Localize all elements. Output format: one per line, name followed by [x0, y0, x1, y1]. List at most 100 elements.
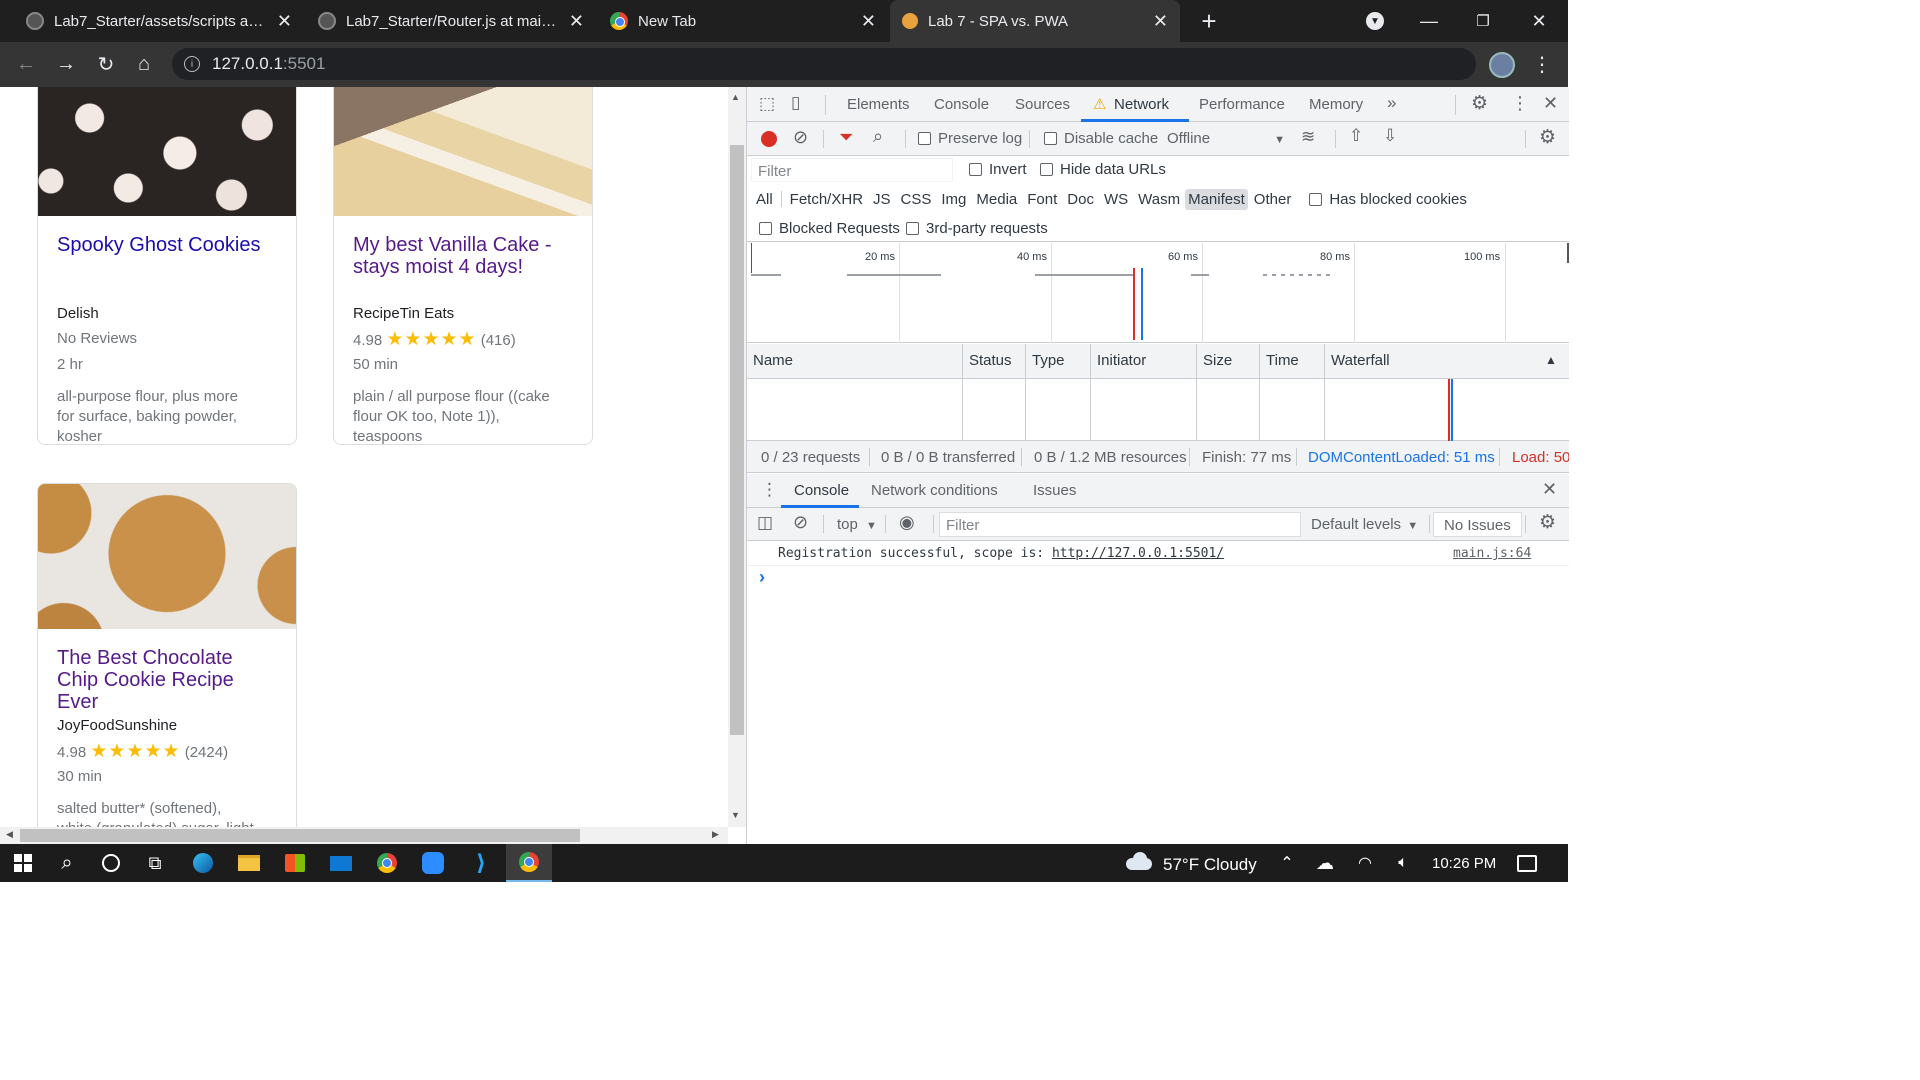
weather-cloud-icon[interactable] — [1124, 850, 1154, 872]
taskbar-chrome[interactable] — [364, 844, 410, 882]
tab-new-tab[interactable]: New Tab ✕ — [598, 0, 888, 42]
throttle-select[interactable]: Offline ▼ — [1167, 130, 1285, 147]
task-view-button[interactable]: ⧉ — [132, 844, 178, 882]
no-issues-button[interactable]: No Issues — [1433, 512, 1522, 537]
download-icon[interactable]: ⇩ — [1383, 126, 1397, 146]
invert-checkbox[interactable]: Invert — [969, 161, 1027, 178]
type-filter-fetch-xhr[interactable]: Fetch/XHR — [785, 189, 868, 210]
close-icon[interactable]: ✕ — [1543, 93, 1558, 114]
taskbar-edge[interactable] — [180, 844, 226, 882]
tab-network[interactable]: Network — [1114, 96, 1169, 113]
reload-button[interactable]: ↻ — [88, 42, 124, 87]
taskbar-file-explorer[interactable] — [226, 844, 272, 882]
close-icon[interactable]: ✕ — [277, 11, 292, 32]
profile-avatar[interactable] — [1484, 42, 1520, 87]
taskbar-chrome-active[interactable] — [506, 844, 552, 882]
scroll-left-arrow-icon[interactable]: ◀ — [6, 829, 13, 840]
inspect-element-icon[interactable]: ⬚ — [759, 94, 775, 114]
filter-icon[interactable]: ⏷ — [839, 127, 853, 148]
tab-router-js[interactable]: Lab7_Starter/Router.js at main · a ✕ — [306, 0, 596, 42]
recipe-title[interactable]: The Best Chocolate Chip Cookie Recipe Ev… — [38, 629, 296, 713]
column-time[interactable]: Time — [1259, 344, 1324, 378]
disable-cache-checkbox[interactable]: Disable cache — [1044, 130, 1158, 147]
scroll-down-arrow-icon[interactable]: ▼ — [731, 810, 740, 820]
clear-icon[interactable]: ⊘ — [793, 127, 808, 148]
info-icon[interactable]: i — [184, 56, 200, 72]
tab-elements[interactable]: Elements — [847, 96, 910, 113]
column-status[interactable]: Status — [962, 344, 1025, 378]
new-tab-button[interactable]: + — [1184, 0, 1234, 42]
tab-lab7-spa-pwa[interactable]: Lab 7 - SPA vs. PWA ✕ — [890, 0, 1180, 42]
type-filter-js[interactable]: JS — [868, 189, 896, 210]
scroll-up-arrow-icon[interactable]: ▲ — [731, 92, 740, 102]
blocked-requests-checkbox[interactable]: Blocked Requests — [759, 220, 900, 237]
device-toolbar-icon[interactable]: ▯ — [791, 93, 800, 113]
close-icon[interactable]: ✕ — [1542, 479, 1557, 500]
taskbar-vscode[interactable]: ⟩ — [458, 844, 504, 882]
hide-data-urls-checkbox[interactable]: Hide data URLs — [1040, 161, 1166, 178]
scrollbar-thumb[interactable] — [730, 145, 744, 735]
eye-icon[interactable]: ◉ — [899, 512, 915, 533]
type-filter-css[interactable]: CSS — [896, 189, 937, 210]
recipe-card[interactable]: The Best Chocolate Chip Cookie Recipe Ev… — [37, 483, 297, 844]
gear-icon[interactable]: ⚙ — [1471, 92, 1488, 115]
more-tabs-icon[interactable]: » — [1387, 93, 1396, 113]
recipe-card[interactable]: My best Vanilla Cake - stays moist 4 day… — [333, 87, 593, 445]
type-filter-wasm[interactable]: Wasm — [1133, 189, 1185, 210]
network-conditions-icon[interactable]: ≋ — [1301, 127, 1315, 147]
tab-console[interactable]: Console — [934, 96, 989, 113]
column-initiator[interactable]: Initiator — [1090, 344, 1196, 378]
recipe-title[interactable]: Spooky Ghost Cookies — [38, 216, 296, 256]
back-button[interactable]: ← — [8, 42, 44, 87]
drawer-tab-console[interactable]: Console — [794, 482, 849, 499]
notification-center-button[interactable] — [1504, 844, 1550, 882]
log-link[interactable]: http://127.0.0.1:5501/ — [1052, 546, 1224, 561]
scrollbar-thumb[interactable] — [20, 829, 580, 842]
tab-lab7-scripts[interactable]: Lab7_Starter/assets/scripts at main ✕ — [14, 0, 304, 42]
drawer-menu-icon[interactable]: ⋮ — [761, 480, 778, 500]
has-blocked-cookies-checkbox[interactable]: Has blocked cookies — [1309, 191, 1467, 208]
preserve-log-checkbox[interactable]: Preserve log — [918, 130, 1022, 147]
start-button[interactable] — [0, 844, 46, 882]
recipe-title[interactable]: My best Vanilla Cake - stays moist 4 day… — [334, 216, 592, 278]
type-filter-img[interactable]: Img — [936, 189, 971, 210]
tab-search-button[interactable]: ▼ — [1350, 0, 1400, 42]
type-filter-media[interactable]: Media — [971, 189, 1022, 210]
console-prompt[interactable]: › — [759, 567, 765, 588]
search-button[interactable]: ⌕ — [44, 844, 90, 882]
type-filter-font[interactable]: Font — [1022, 189, 1062, 210]
menu-button[interactable]: ⋮ — [1524, 42, 1560, 87]
column-name[interactable]: Name — [747, 344, 962, 378]
address-bar[interactable]: i 127.0.0.1:5501 — [172, 48, 1476, 80]
column-type[interactable]: Type — [1025, 344, 1090, 378]
taskbar-zoom[interactable] — [410, 844, 456, 882]
type-filter-ws[interactable]: WS — [1099, 189, 1133, 210]
close-icon[interactable]: ✕ — [1153, 11, 1168, 32]
column-size[interactable]: Size — [1196, 344, 1259, 378]
close-icon[interactable]: ✕ — [861, 11, 876, 32]
taskbar-mail[interactable] — [318, 844, 364, 882]
cortana-button[interactable] — [88, 844, 134, 882]
minimize-button[interactable]: — — [1404, 0, 1454, 42]
upload-icon[interactable]: ⇧ — [1349, 126, 1363, 146]
console-filter-input[interactable]: Filter — [939, 512, 1301, 537]
network-filter-input[interactable]: Filter — [751, 158, 953, 182]
recipe-card[interactable]: Spooky Ghost Cookies Delish No Reviews 2… — [37, 87, 297, 445]
tab-performance[interactable]: Performance — [1199, 96, 1285, 113]
default-levels-dropdown[interactable]: Default levels ▼ — [1311, 516, 1418, 533]
record-icon[interactable] — [761, 131, 777, 147]
gear-icon[interactable]: ⚙ — [1539, 126, 1556, 149]
type-filter-all[interactable]: All — [751, 189, 778, 210]
home-button[interactable]: ⌂ — [126, 42, 162, 87]
column-waterfall[interactable]: Waterfall — [1324, 344, 1569, 378]
close-icon[interactable]: ✕ — [569, 11, 584, 32]
gear-icon[interactable]: ⚙ — [1539, 511, 1556, 534]
sidebar-toggle-icon[interactable]: ◫ — [757, 513, 773, 533]
tab-memory[interactable]: Memory — [1309, 96, 1363, 113]
kebab-menu-icon[interactable]: ⋮ — [1511, 93, 1529, 114]
taskbar-store[interactable] — [272, 844, 318, 882]
volume-icon[interactable]: 🔈︎ — [1380, 844, 1426, 882]
type-filter-doc[interactable]: Doc — [1062, 189, 1099, 210]
drawer-tab-issues[interactable]: Issues — [1033, 482, 1076, 499]
type-filter-manifest[interactable]: Manifest — [1185, 188, 1248, 210]
